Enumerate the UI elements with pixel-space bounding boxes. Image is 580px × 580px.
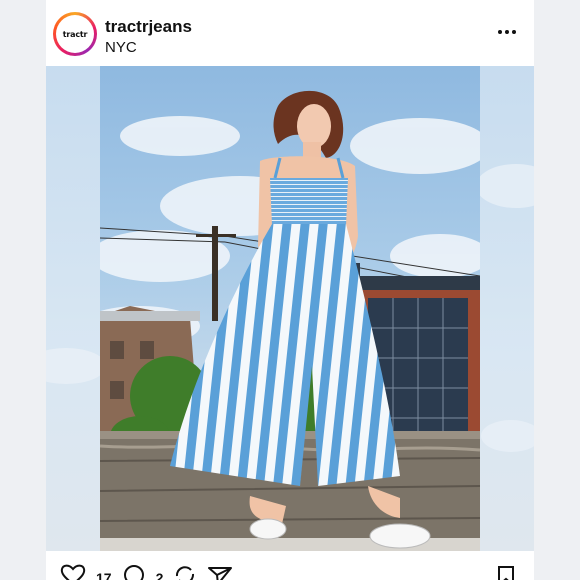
scene-illustration — [100, 90, 480, 551]
send-icon[interactable] — [207, 564, 233, 580]
avatar-logo-text: tractr — [62, 29, 88, 39]
utility-pole — [212, 226, 218, 321]
post-username[interactable]: tractrjeans — [105, 17, 192, 37]
post-location[interactable]: NYC — [105, 39, 137, 56]
heart-icon[interactable] — [60, 564, 86, 580]
bookmark-icon[interactable] — [496, 565, 516, 580]
repost-icon[interactable] — [173, 564, 197, 580]
post-header: tractr tractrjeans NYC — [46, 0, 534, 66]
more-options-icon[interactable] — [498, 24, 520, 40]
post-card: tractr tractrjeans NYC 17 2 — [46, 0, 534, 580]
comments-count: 2 — [155, 569, 164, 580]
likes-count: 17 — [96, 569, 112, 580]
post-actions-bar: 17 2 — [46, 551, 534, 580]
comment-icon[interactable] — [122, 564, 146, 580]
photo-scene — [100, 66, 480, 551]
avatar-inner: tractr — [56, 15, 94, 53]
avatar[interactable]: tractr — [53, 12, 97, 56]
actions-left: 17 2 — [60, 564, 233, 580]
post-photo[interactable] — [46, 66, 534, 551]
